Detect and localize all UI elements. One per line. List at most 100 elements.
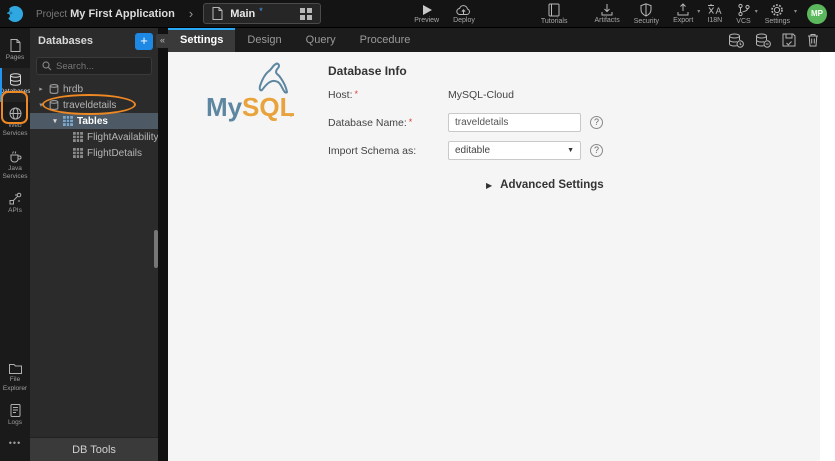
project-prefix-label: Project [36,8,68,20]
panel-gutter: « [156,28,169,461]
search-input[interactable] [56,60,146,72]
play-icon [421,4,433,16]
unsaved-indicator: * [259,5,263,16]
chevron-expanded-icon[interactable]: ▾ [37,101,45,109]
database-info-heading: Database Info [328,64,407,78]
required-marker: * [354,89,359,99]
collapse-panel-button[interactable]: « [156,34,169,48]
advanced-settings-label: Advanced Settings [500,179,604,191]
artifacts-button[interactable]: Artifacts [594,3,620,24]
sidebar-item-logs[interactable]: Logs [0,399,30,433]
project-name-label: My First Application [70,7,175,20]
tab-procedure[interactable]: Procedure [348,28,423,52]
delete-icon[interactable] [807,33,819,47]
help-icon[interactable]: ? [590,144,603,157]
database-icon [49,100,59,110]
database-name-label: Database Name: * [328,116,413,129]
top-bar: Project My First Application › Main * Pr… [0,0,835,28]
settings-button[interactable]: ▾ Settings [765,3,797,25]
deploy-button[interactable]: Deploy [453,4,475,24]
more-menu-button[interactable]: ••• [0,433,30,455]
gear-icon: ▾ [770,3,797,17]
sidebar-item-java-services[interactable]: Java Services [0,145,30,187]
tree-node-label: FlightAvailability [87,131,159,143]
tree-node-traveldetails[interactable]: ▾ traveldetails [30,94,158,115]
page-tab-label: Main [230,7,256,20]
dropdown-caret-icon: ▼ [567,147,574,154]
database-search[interactable] [36,57,152,75]
help-icon[interactable]: ? [590,116,603,129]
security-button[interactable]: Security [634,2,659,25]
tab-design[interactable]: Design [235,28,293,52]
chevron-down-icon: ▾ [697,9,701,15]
sidebar-item-web-services[interactable]: Web Services [0,102,30,144]
chevron-expanded-icon[interactable]: ▾ [51,117,59,125]
page-file-icon [212,7,223,20]
import-schema-select[interactable]: editable ▼ [448,141,581,160]
sidebar-item-apis[interactable]: APIs [0,187,30,221]
content-area: Settings Design Query Procedure My SQL D… [168,28,835,461]
tab-settings[interactable]: Settings [168,28,236,52]
add-database-button[interactable]: + [135,32,153,50]
panel-title: Databases [38,35,94,47]
git-branch-icon: ▾ [737,3,758,17]
translate-icon: A [707,3,722,16]
log-document-icon [10,403,21,417]
table-icon [73,132,83,142]
tab-query[interactable]: Query [294,28,348,52]
sidebar-item-databases[interactable]: Databases [0,68,31,103]
tables-folder-icon [63,116,73,126]
shield-icon [640,2,652,17]
pages-grid-icon[interactable] [300,7,313,20]
page-icon [10,39,21,52]
sidebar-item-pages[interactable]: Pages [0,34,30,68]
wavemaker-logo-icon[interactable] [6,5,24,23]
download-tray-icon [600,3,614,16]
databases-panel: Databases + ▸ hrdb ▾ traveldetails [30,28,159,461]
database-tree: ▸ hrdb ▾ traveldetails ▾ Tables FlightAv… [30,81,159,161]
tree-node-hrdb[interactable]: ▸ hrdb [30,81,158,97]
export-button[interactable]: ▾ Export [673,3,700,24]
database-name-input[interactable] [448,113,581,132]
vcs-button[interactable]: ▾ VCS [736,3,758,25]
tree-node-tables[interactable]: ▾ Tables [30,113,158,129]
api-nodes-icon [9,192,22,205]
more-icon: ••• [8,437,22,448]
tree-node-label: traveldetails [63,99,117,111]
tree-node-flightavailability[interactable]: FlightAvailability [30,129,159,145]
sidebar-item-file-explorer[interactable]: File Explorer [0,358,30,398]
project-breadcrumb: Project My First Application [36,8,175,20]
right-scrollbar-track[interactable] [820,52,835,461]
database-icon [49,84,59,94]
selected-option: editable [455,145,491,156]
svg-text:SQL: SQL [242,92,294,122]
tree-node-label: FlightDetails [87,147,143,159]
coffee-cup-icon [9,150,22,163]
tree-node-flightdetails[interactable]: FlightDetails [30,145,158,161]
tutorials-button[interactable]: Tutorials [541,3,567,25]
database-icon [9,73,22,86]
advanced-settings-toggle[interactable]: ▶ Advanced Settings [486,179,820,191]
app-window: Project My First Application › Main * Pr… [0,0,835,461]
host-label: Host: * [328,89,359,101]
left-rail: Pages Databases Web Services Java Servic… [0,28,31,461]
tree-node-label: hrdb [63,83,84,95]
db-tools-button[interactable]: DB Tools [30,437,158,461]
i18n-button[interactable]: A I18N [707,3,722,24]
table-icon [73,148,83,158]
update-database-icon[interactable] [755,33,771,48]
reimport-database-icon[interactable] [728,33,744,48]
search-icon [42,61,52,71]
host-value: MySQL-Cloud [448,89,514,101]
preview-button[interactable]: Preview [414,4,439,24]
active-page-tab[interactable]: Main * [203,3,322,24]
chevron-collapsed-icon[interactable]: ▸ [37,85,45,93]
import-schema-label: Import Schema as: [328,144,417,157]
svg-text:My: My [206,92,243,122]
user-avatar[interactable]: MP [807,3,827,24]
chevron-down-icon: ▾ [793,8,797,15]
cloud-upload-icon [456,4,471,16]
settings-form-area: My SQL Database Info Host:* MySQL-Cloud [168,52,820,461]
required-marker: * [408,116,413,127]
save-icon[interactable] [782,33,796,47]
